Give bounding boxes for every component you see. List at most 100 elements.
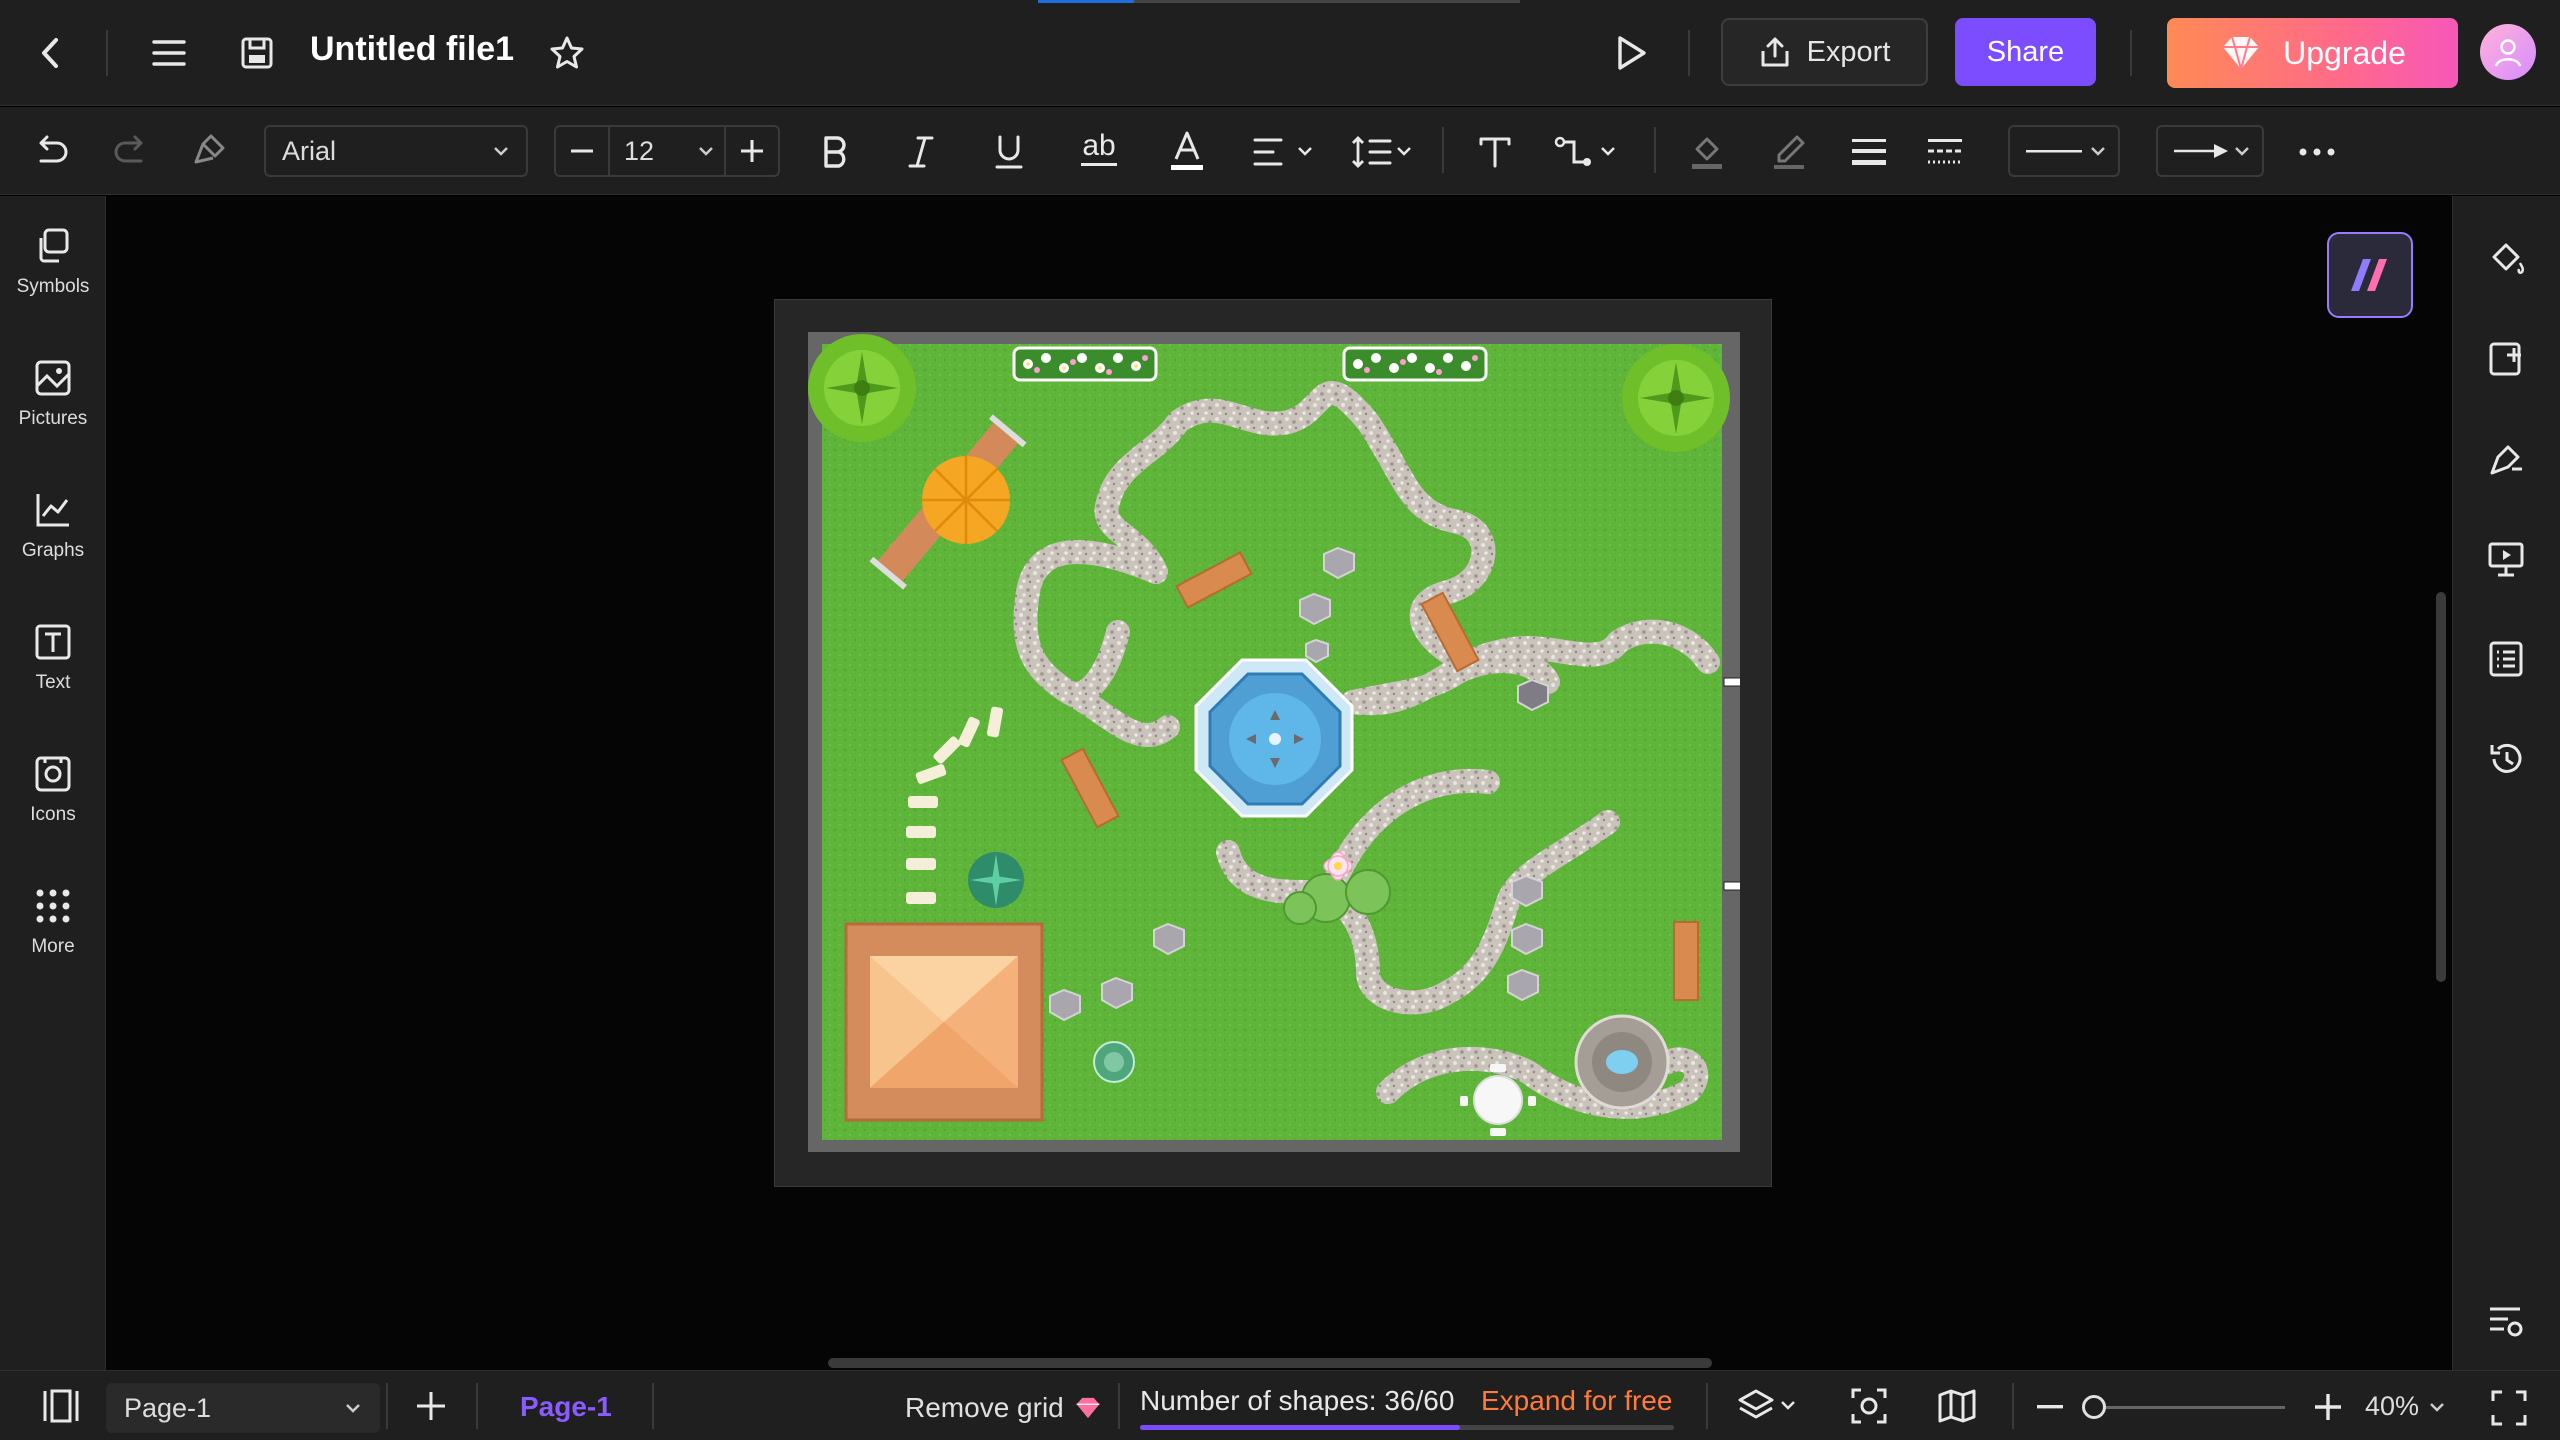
back-icon[interactable] <box>28 30 74 76</box>
fullscreen-icon[interactable] <box>2486 1385 2532 1431</box>
menu-icon[interactable] <box>146 30 192 76</box>
page-setup-icon[interactable] <box>2483 336 2529 382</box>
zoom-out-icon[interactable] <box>2030 1387 2070 1427</box>
redo-icon[interactable] <box>108 127 154 173</box>
flower-bed <box>1012 346 1158 382</box>
fill-icon[interactable] <box>2483 236 2529 282</box>
resize-handle[interactable] <box>1723 881 1740 891</box>
upgrade-label: Upgrade <box>2283 34 2406 71</box>
water-feature <box>1574 1014 1670 1110</box>
remove-grid-label: Remove grid <box>905 1392 1064 1423</box>
align-icon[interactable] <box>1250 129 1320 175</box>
theme-icon[interactable] <box>2483 436 2529 482</box>
settings-list-icon[interactable] <box>2483 1298 2529 1344</box>
fill-color-icon[interactable] <box>1684 129 1730 175</box>
zoom-select[interactable]: 40% <box>2365 1391 2445 1422</box>
zoom-slider[interactable] <box>2095 1406 2285 1409</box>
horizontal-scrollbar[interactable] <box>828 1358 1712 1368</box>
line-color-icon[interactable] <box>1766 129 1812 175</box>
status-bar: Page-1 Page-1 Remove grid Number of shap… <box>0 1370 2560 1440</box>
underline-icon[interactable] <box>986 129 1032 175</box>
avatar[interactable] <box>2480 24 2536 80</box>
right-panel <box>2452 196 2560 1370</box>
font-size-value: 12 <box>624 135 655 166</box>
chevron-down-icon <box>699 147 713 156</box>
share-label: Share <box>1986 35 2065 68</box>
bold-icon[interactable] <box>812 129 858 175</box>
layers-icon[interactable] <box>1734 1383 1804 1429</box>
page-tab[interactable]: Page-1 <box>520 1391 612 1423</box>
decrease-font-button[interactable] <box>556 127 608 175</box>
page-panel-icon[interactable] <box>38 1383 84 1429</box>
save-icon[interactable] <box>234 30 280 76</box>
sidebar-item-graphs[interactable]: Graphs <box>0 490 106 600</box>
sidebar-item-text[interactable]: Text <box>0 622 106 732</box>
add-page-icon[interactable] <box>408 1383 454 1429</box>
strikethrough-button[interactable]: ab <box>1074 125 1124 175</box>
format-painter-icon[interactable] <box>186 127 232 173</box>
page-select-value: Page-1 <box>124 1392 212 1423</box>
zoom-in-icon[interactable] <box>2308 1387 2348 1427</box>
chevron-down-icon <box>494 147 508 156</box>
chevron-down-icon <box>2235 147 2249 156</box>
star-icon[interactable] <box>544 30 590 76</box>
plus-icon <box>741 140 763 162</box>
history-icon[interactable] <box>2483 736 2529 782</box>
outline-icon[interactable] <box>2483 636 2529 682</box>
increase-font-button[interactable] <box>726 127 778 175</box>
minus-icon <box>571 149 593 153</box>
text-icon <box>35 624 71 660</box>
vertical-scrollbar[interactable] <box>2436 592 2446 982</box>
succulent <box>1093 1041 1135 1083</box>
arrow-style-select[interactable] <box>2156 125 2264 177</box>
font-family-select[interactable]: Arial <box>264 125 528 177</box>
wooden-bench <box>1673 921 1699 1001</box>
line-weight-icon[interactable] <box>1846 129 1892 175</box>
sidebar-item-icons[interactable]: Icons <box>0 754 106 864</box>
top-bar: Untitled file1 Export Share Upgrade <box>0 0 2560 106</box>
more-options-icon[interactable] <box>2294 129 2340 175</box>
dash-style-icon[interactable] <box>1922 129 1968 175</box>
document-title[interactable]: Untitled file1 <box>310 30 514 69</box>
tree <box>808 334 916 442</box>
succulent <box>968 852 1024 908</box>
map-icon[interactable] <box>1934 1383 1980 1429</box>
font-size-select[interactable]: 12 <box>608 127 726 175</box>
more-icon <box>36 889 70 923</box>
undo-icon[interactable] <box>28 127 74 173</box>
ai-assistant-button[interactable] <box>2327 232 2413 318</box>
font-family-value: Arial <box>282 135 337 166</box>
play-icon[interactable] <box>1606 28 1656 78</box>
presentation-icon[interactable] <box>2483 536 2529 582</box>
fountain <box>1194 658 1354 818</box>
font-color-icon[interactable] <box>1164 125 1210 177</box>
page-select[interactable]: Page-1 <box>106 1383 380 1433</box>
sidebar-item-pictures[interactable]: Pictures <box>0 358 106 468</box>
icons-icon <box>35 756 71 792</box>
garden-plan-drawing[interactable] <box>808 332 1740 1152</box>
loading-progress <box>1038 0 1520 3</box>
font-size-control: 12 <box>554 125 780 177</box>
remove-grid-button[interactable]: Remove grid <box>905 1392 1102 1424</box>
resize-handle[interactable] <box>1723 677 1740 687</box>
sidebar-item-symbols[interactable]: Symbols <box>0 226 106 336</box>
strikethrough-icon <box>1081 163 1117 166</box>
upgrade-button[interactable]: Upgrade <box>2167 18 2458 88</box>
zoom-slider-handle[interactable] <box>2082 1395 2106 1419</box>
ai-logo-icon <box>2351 259 2387 291</box>
export-button[interactable]: Export <box>1721 18 1928 86</box>
line-style-icon <box>2026 150 2082 153</box>
share-button[interactable]: Share <box>1955 18 2096 86</box>
expand-for-free-link[interactable]: Expand for free <box>1481 1385 1672 1417</box>
zoom-value: 40% <box>2365 1391 2420 1421</box>
sidebar-item-more[interactable]: More <box>0 886 106 996</box>
connector-icon[interactable] <box>1552 129 1622 175</box>
text-tool-icon[interactable] <box>1472 129 1518 175</box>
sidebar-item-label: More <box>31 936 75 957</box>
sidebar-item-label: Icons <box>30 804 76 825</box>
focus-mode-icon[interactable] <box>1846 1383 1892 1429</box>
arrow-right-icon <box>2174 144 2228 158</box>
line-spacing-icon[interactable] <box>1348 129 1418 175</box>
italic-icon[interactable] <box>898 129 944 175</box>
line-style-select[interactable] <box>2008 125 2120 177</box>
